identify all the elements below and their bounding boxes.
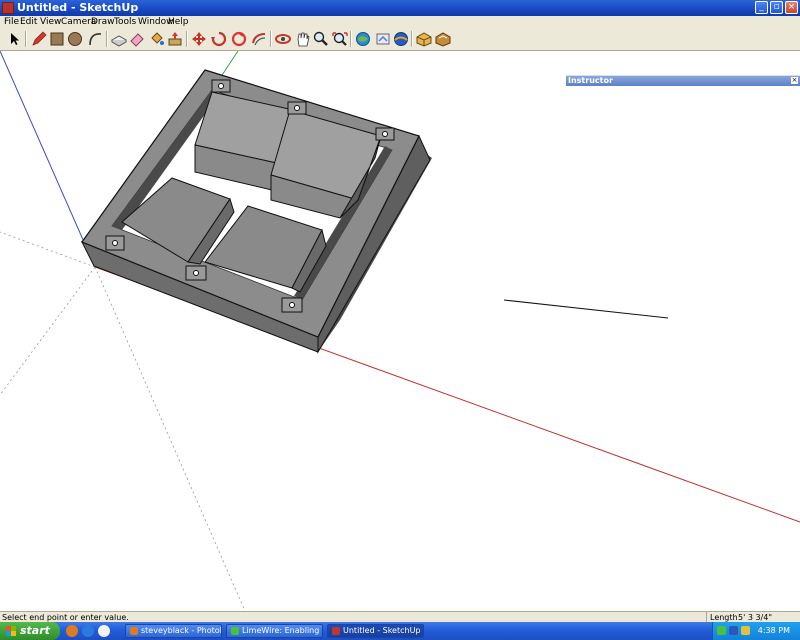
task-sketchup[interactable]: Untitled - SketchUp: [327, 624, 424, 638]
title-bar: Untitled - SketchUp _ ▫ ×: [0, 0, 800, 16]
menu-help[interactable]: Help: [168, 16, 189, 28]
materials-icon[interactable]: [434, 31, 452, 47]
main-toolbar: [0, 28, 800, 51]
pencil-tool-icon[interactable]: [30, 31, 48, 47]
google-earth-icon[interactable]: [392, 31, 410, 47]
drawing-viewport[interactable]: [0, 51, 800, 611]
blue-axis: [0, 51, 96, 268]
instructor-title: Instructor: [568, 76, 613, 85]
zoom-extents-icon[interactable]: [331, 31, 349, 47]
menu-tools[interactable]: Tools: [114, 16, 136, 28]
start-label: start: [20, 624, 50, 637]
sketchup-app-icon[interactable]: [2, 2, 14, 14]
arc-tool-icon[interactable]: [86, 31, 104, 47]
close-window-button[interactable]: ×: [785, 1, 798, 14]
task-photobucket[interactable]: steveyblack - Photob...: [125, 624, 222, 638]
maximize-button[interactable]: ▫: [770, 1, 783, 14]
tray-limewire-icon[interactable]: [717, 626, 726, 635]
circle-tool-icon[interactable]: [66, 31, 84, 47]
limewire-icon: [231, 627, 239, 635]
model-canvas[interactable]: [0, 51, 800, 611]
menu-draw[interactable]: Draw: [91, 16, 115, 28]
eraser-tool-icon[interactable]: [128, 31, 146, 47]
start-button[interactable]: start: [0, 622, 60, 640]
menu-bar: File Edit View Camera Draw Tools Window …: [0, 16, 800, 28]
follow-me-icon[interactable]: [230, 31, 248, 47]
taskbar: start steveyblack - Photob... LimeWire: …: [0, 622, 800, 640]
red-axis-negative: [0, 231, 96, 268]
drawn-line: [503, 299, 669, 319]
system-tray: 4:38 PM: [712, 622, 800, 640]
menu-edit[interactable]: Edit: [20, 16, 37, 28]
offset-tool-icon[interactable]: [250, 31, 268, 47]
share-model-icon[interactable]: [374, 31, 392, 47]
window-title: Untitled - SketchUp: [17, 1, 139, 14]
blue-axis-negative: [0, 266, 96, 396]
minimize-button[interactable]: _: [755, 1, 768, 14]
components-icon[interactable]: [415, 31, 433, 47]
tray-network-icon[interactable]: [729, 626, 738, 635]
firefox-icon: [130, 627, 138, 635]
green-axis-negative: [94, 266, 246, 611]
tray-volume-icon[interactable]: [741, 626, 750, 635]
instructor-close-button[interactable]: ×: [791, 77, 798, 84]
zoom-tool-icon[interactable]: [312, 31, 330, 47]
paint-bucket-icon[interactable]: [148, 31, 166, 47]
ie-icon[interactable]: [82, 625, 94, 637]
instructor-panel-header[interactable]: Instructor ×: [566, 75, 800, 86]
select-tool-icon[interactable]: [5, 31, 23, 47]
rotate-tool-icon[interactable]: [210, 31, 228, 47]
move-tool-icon[interactable]: [190, 31, 208, 47]
sketchup-icon: [332, 627, 340, 635]
menu-view[interactable]: View: [40, 16, 61, 28]
task-limewire[interactable]: LimeWire: Enabling O...: [226, 624, 323, 638]
rectangle-tool-icon[interactable]: [48, 31, 66, 47]
clock: 4:38 PM: [757, 626, 790, 635]
menu-file[interactable]: File: [4, 16, 19, 28]
windows-flag-icon: [6, 626, 16, 636]
desktop-icon[interactable]: [98, 625, 110, 637]
orbit-tool-icon[interactable]: [274, 31, 292, 47]
push-pull-icon[interactable]: [166, 31, 184, 47]
pan-tool-icon[interactable]: [294, 31, 312, 47]
make-component-icon[interactable]: [110, 31, 128, 47]
firefox-icon[interactable]: [66, 625, 78, 637]
get-models-icon[interactable]: [354, 31, 372, 47]
